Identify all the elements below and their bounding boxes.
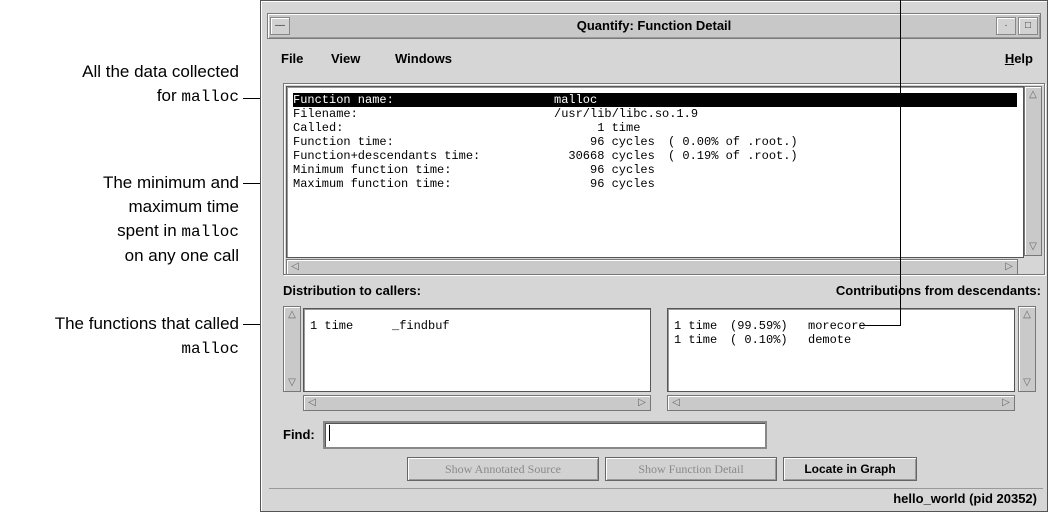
detail-value: 96 cycles xyxy=(554,163,655,177)
menu-bar: File View Windows Help xyxy=(269,41,1039,73)
scroll-left-icon[interactable]: ◁ xyxy=(305,397,319,409)
scroll-up-icon[interactable]: △ xyxy=(1020,309,1034,321)
annotation-text: The minimum and xyxy=(102,173,239,192)
annotation-text-line: spent in malloc xyxy=(103,219,239,244)
scroll-left-icon[interactable]: ◁ xyxy=(669,397,683,409)
annotation-text: on any one call xyxy=(124,246,239,265)
annotation-text: spent in xyxy=(117,221,177,240)
text-caret xyxy=(329,425,330,441)
descendants-horizontal-scrollbar[interactable]: ◁ ▷ xyxy=(667,395,1015,411)
minimize-icon: · xyxy=(1004,20,1008,31)
detail-label: Maximum function time: xyxy=(293,177,452,191)
detail-row[interactable]: Maximum function time: 96 cycles xyxy=(293,177,1017,191)
detail-value: 30668 cycles xyxy=(554,149,655,163)
descendant-row[interactable]: 1 time (99.59%) morecore xyxy=(674,319,1008,333)
status-bar: hello_world (pid 20352) xyxy=(269,488,1043,509)
scroll-up-icon[interactable]: △ xyxy=(1026,89,1040,101)
detail-extra: ( 0.00% of .root.) xyxy=(668,135,798,149)
detail-label: Called: xyxy=(293,121,344,135)
show-annotated-source-button[interactable]: Show Annotated Source xyxy=(407,457,599,481)
menu-view[interactable]: View xyxy=(331,51,360,66)
detail-label: Minimum function time: xyxy=(293,163,452,177)
detail-label: Function time: xyxy=(293,135,394,149)
annotation-code: malloc xyxy=(181,88,239,106)
maximize-button[interactable]: □ xyxy=(1018,17,1038,35)
detail-row[interactable]: Called: 1 time xyxy=(293,121,1017,135)
annotation-all-data: All the data collected for malloc xyxy=(82,60,239,109)
annotation-text: maximum time xyxy=(128,197,239,216)
menu-help[interactable]: Help xyxy=(1005,51,1033,66)
detail-value: malloc xyxy=(554,93,598,107)
annotation-code: malloc xyxy=(181,340,239,358)
scroll-left-icon[interactable]: ◁ xyxy=(288,261,302,273)
annotation-min-max: The minimum and maximum time spent in ma… xyxy=(103,171,239,268)
leader-line-descendants-vertical xyxy=(900,0,901,325)
details-vertical-scrollbar[interactable]: △ ▽ xyxy=(1024,86,1042,256)
scroll-down-icon[interactable]: ▽ xyxy=(285,377,299,389)
scroll-down-icon[interactable]: ▽ xyxy=(1026,241,1040,253)
detail-extra: ( 0.19% of .root.) xyxy=(668,149,798,163)
locate-in-graph-button[interactable]: Locate in Graph xyxy=(783,457,917,481)
descendants-heading: Contributions from descendants: xyxy=(835,283,1041,298)
menu-windows[interactable]: Windows xyxy=(395,51,452,66)
descendant-pct: (99.59%) xyxy=(730,319,788,333)
details-horizontal-scrollbar[interactable]: ◁ ▷ xyxy=(286,259,1018,275)
detail-value: 96 cycles xyxy=(554,135,655,149)
detail-row[interactable]: Minimum function time: 96 cycles xyxy=(293,163,1017,177)
detail-row[interactable]: Function name: malloc xyxy=(293,93,1017,107)
detail-label: Filename: xyxy=(293,107,358,121)
callers-vertical-scrollbar[interactable]: △ ▽ xyxy=(283,306,301,392)
annotation-text: for xyxy=(156,86,177,105)
annotation-code: malloc xyxy=(181,223,239,241)
caller-count: 1 time xyxy=(310,319,354,333)
descendant-pct: ( 0.10%) xyxy=(730,333,788,347)
caller-name: _findbuf xyxy=(392,319,450,333)
annotation-text: The functions that called xyxy=(54,314,239,333)
scroll-right-icon[interactable]: ▷ xyxy=(635,397,649,409)
find-label: Find: xyxy=(283,427,315,442)
menu-file[interactable]: File xyxy=(281,51,303,66)
caller-row[interactable]: 1 time _findbuf xyxy=(310,319,644,333)
minimize-button[interactable]: · xyxy=(996,17,1016,35)
scroll-up-icon[interactable]: △ xyxy=(285,309,299,321)
detail-value: 1 time xyxy=(554,121,641,135)
detail-label: Function name: xyxy=(293,93,394,107)
detail-row[interactable]: Function time: 96 cycles ( 0.00% of .root… xyxy=(293,135,1017,149)
menu-help-mnemonic: H xyxy=(1004,51,1015,66)
descendant-count: 1 time xyxy=(674,333,718,347)
descendants-list[interactable]: 1 time (99.59%) morecore 1 time ( 0.10%) demo… xyxy=(667,308,1015,392)
maximize-icon: □ xyxy=(1024,20,1032,31)
scroll-right-icon[interactable]: ▷ xyxy=(1002,261,1016,273)
details-text-area[interactable]: Function name: malloc Filename: /usr/lib/li… xyxy=(286,86,1024,258)
leader-line-descendants xyxy=(860,325,901,326)
descendant-row[interactable]: 1 time ( 0.10%) demote xyxy=(674,333,1008,347)
scroll-down-icon[interactable]: ▽ xyxy=(1020,377,1034,389)
annotation-callers: The functions that called malloc xyxy=(55,312,239,361)
detail-value: 96 cycles xyxy=(554,177,655,191)
function-detail-window: — Quantify: Function Detail · □ File Vie… xyxy=(260,0,1048,512)
find-input[interactable] xyxy=(323,421,767,449)
detail-row[interactable]: Filename: /usr/lib/libc.so.1.9 xyxy=(293,107,1017,121)
annotation-text-line: for malloc xyxy=(82,84,239,109)
details-panel: Function name: malloc Filename: /usr/lib/li… xyxy=(283,83,1045,275)
callers-heading: Distribution to callers: xyxy=(283,283,421,298)
callers-horizontal-scrollbar[interactable]: ◁ ▷ xyxy=(303,395,651,411)
annotation-text-line: malloc xyxy=(55,336,239,361)
detail-row[interactable]: Function+descendants time: 30668 cycles (… xyxy=(293,149,1017,163)
descendant-count: 1 time xyxy=(674,319,718,333)
descendants-vertical-scrollbar[interactable]: △ ▽ xyxy=(1018,306,1036,392)
window-title: Quantify: Function Detail xyxy=(576,18,732,33)
descendant-name: demote xyxy=(808,333,852,347)
annotation-text: All the data collected xyxy=(82,62,239,81)
scroll-right-icon[interactable]: ▷ xyxy=(999,397,1013,409)
descendant-name: morecore xyxy=(808,319,866,333)
menu-help-rest: elp xyxy=(1014,51,1033,66)
detail-label: Function+descendants time: xyxy=(293,149,481,163)
show-function-detail-button[interactable]: Show Function Detail xyxy=(605,457,777,481)
title-bar[interactable]: — Quantify: Function Detail · □ xyxy=(267,13,1041,39)
callers-list[interactable]: 1 time _findbuf xyxy=(303,308,651,392)
detail-value: /usr/lib/libc.so.1.9 xyxy=(554,107,699,121)
